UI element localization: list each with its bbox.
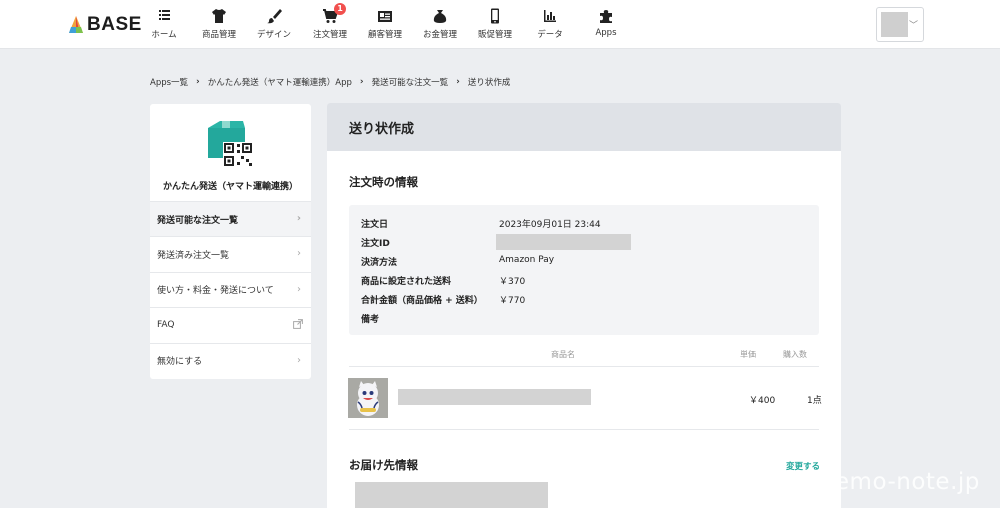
info-value: 2023年09月01日 23:44 <box>499 220 601 230</box>
nav-label: デザイン <box>256 30 291 40</box>
nav-money[interactable]: お金管理 <box>414 8 466 42</box>
puzzle-icon <box>598 8 614 24</box>
column-header-name: 商品名 <box>551 350 575 359</box>
chevron-right-icon: › <box>297 354 301 366</box>
breadcrumb-current: 送り状作成 <box>467 78 511 88</box>
sidebar-item-label: 発送可能な注文一覧 <box>157 215 239 226</box>
qr-box-icon <box>205 118 255 168</box>
brush-icon <box>266 8 282 24</box>
sidebar-item-label: 発送済み注文一覧 <box>157 251 230 262</box>
top-nav: BASE ホーム 商品管理 デザイン 1 注文管理 顧客管理 お金管理 販促管理… <box>0 0 1000 49</box>
info-value: Amazon Pay <box>499 255 555 265</box>
chevron-right-icon: › <box>297 248 301 260</box>
redacted-order-id <box>496 234 631 250</box>
watermark: memo-note.jp <box>812 469 980 495</box>
sidebar-item-label: 使い方・料金・発送について <box>157 286 274 297</box>
base-logo[interactable]: BASE <box>68 13 142 37</box>
sidebar-item-shipped-orders[interactable]: 発送済み注文一覧 › <box>150 236 311 271</box>
account-menu[interactable]: ﹀ <box>876 7 924 42</box>
nav-promotion[interactable]: 販促管理 <box>469 8 521 42</box>
bar-chart-icon <box>542 8 558 24</box>
list-icon <box>156 8 172 24</box>
info-key: 商品に設定された送料 <box>361 277 452 287</box>
orders-badge: 1 <box>334 3 346 15</box>
info-row-order-date: 注文日 2023年09月01日 23:44 <box>361 217 601 230</box>
divider <box>349 429 819 430</box>
external-link-icon <box>293 319 303 330</box>
money-bag-icon <box>432 8 448 24</box>
brand-name: BASE <box>87 14 142 35</box>
info-key: 決済方法 <box>361 258 398 268</box>
sidebar-item-disable[interactable]: 無効にする › <box>150 342 311 378</box>
info-value: ￥370 <box>499 277 526 287</box>
column-header-price: 単価 <box>740 350 756 359</box>
nav-apps[interactable]: Apps <box>580 8 632 42</box>
info-key: 合計金額（商品価格 + 送料） <box>361 296 483 306</box>
nav-products[interactable]: 商品管理 <box>193 8 245 42</box>
product-qty: 1点 <box>807 396 822 406</box>
nav-label: ホーム <box>151 30 177 40</box>
chevron-right-icon: › <box>359 77 364 87</box>
chevron-down-icon: ﹀ <box>908 21 918 31</box>
info-key: 備考 <box>361 315 380 325</box>
nav-orders[interactable]: 1 注文管理 <box>304 3 356 42</box>
tshirt-icon <box>211 8 227 24</box>
info-key: 注文ID <box>361 239 390 249</box>
nav-label: Apps <box>595 28 617 38</box>
breadcrumb-apps[interactable]: Apps一覧 <box>150 76 188 88</box>
nav-label: 販促管理 <box>477 30 512 40</box>
chevron-right-icon: › <box>196 77 200 87</box>
sidebar-menu: 発送可能な注文一覧 › 発送済み注文一覧 › 使い方・料金・発送について › F… <box>150 201 311 378</box>
info-row-total: 合計金額（商品価格 + 送料） ￥770 <box>361 293 525 306</box>
order-info-title: 注文時の情報 <box>349 175 418 189</box>
sidebar-item-usage[interactable]: 使い方・料金・発送について › <box>150 271 311 307</box>
info-value: ￥770 <box>499 296 526 306</box>
redacted-product-name <box>398 389 591 405</box>
chevron-right-icon: › <box>296 213 301 224</box>
sidebar-item-label: FAQ <box>157 320 175 331</box>
shipping-label-panel: 送り状作成 注文時の情報 注文日 2023年09月01日 23:44 注文ID … <box>327 103 841 508</box>
divider <box>349 366 819 367</box>
info-key: 注文日 <box>361 220 389 230</box>
page-title: 送り状作成 <box>327 103 841 151</box>
nav-data[interactable]: データ <box>524 8 576 42</box>
product-thumbnail <box>348 378 388 418</box>
info-row-order-id: 注文ID <box>361 236 499 249</box>
nav-customers[interactable]: 顧客管理 <box>359 8 411 42</box>
sidebar-item-shippable-orders[interactable]: 発送可能な注文一覧 › <box>150 201 311 237</box>
avatar <box>881 12 908 37</box>
redacted-delivery-address <box>355 482 548 508</box>
nav-label: お金管理 <box>422 30 457 40</box>
nav-label: 注文管理 <box>312 30 347 40</box>
chevron-right-icon: › <box>456 77 460 87</box>
cart-icon: 1 <box>322 3 346 24</box>
order-info-box: 注文日 2023年09月01日 23:44 注文ID 決済方法 Amazon P… <box>349 205 819 335</box>
sidebar-item-faq[interactable]: FAQ <box>150 307 311 342</box>
breadcrumb: Apps一覧 › かんたん発送（ヤマト運輸連携）App › 発送可能な注文一覧 … <box>150 76 510 88</box>
nav-label: 商品管理 <box>201 30 236 40</box>
base-logo-icon <box>68 16 84 34</box>
info-row-payment: 決済方法 Amazon Pay <box>361 255 554 268</box>
info-row-shipping-fee: 商品に設定された送料 ￥370 <box>361 274 525 287</box>
nav-home[interactable]: ホーム <box>138 8 190 42</box>
app-sidebar: かんたん発送（ヤマト運輸連携） 発送可能な注文一覧 › 発送済み注文一覧 › 使… <box>150 104 311 379</box>
smartphone-icon <box>487 8 503 24</box>
contact-card-icon <box>377 8 393 24</box>
sidebar-item-label: 無効にする <box>157 357 203 368</box>
nav-label: データ <box>537 30 563 40</box>
nav-label: 顧客管理 <box>367 30 402 40</box>
app-name: かんたん発送（ヤマト運輸連携） <box>162 182 298 192</box>
breadcrumb-app[interactable]: かんたん発送（ヤマト運輸連携）App <box>208 76 352 88</box>
info-row-note: 備考 <box>361 312 499 325</box>
product-price: ￥400 <box>749 396 776 406</box>
nav-design[interactable]: デザイン <box>248 8 300 42</box>
chevron-right-icon: › <box>297 283 301 295</box>
breadcrumb-orders[interactable]: 発送可能な注文一覧 <box>372 76 449 88</box>
column-header-qty: 購入数 <box>783 350 807 359</box>
delivery-info-title: お届け先情報 <box>349 458 418 472</box>
